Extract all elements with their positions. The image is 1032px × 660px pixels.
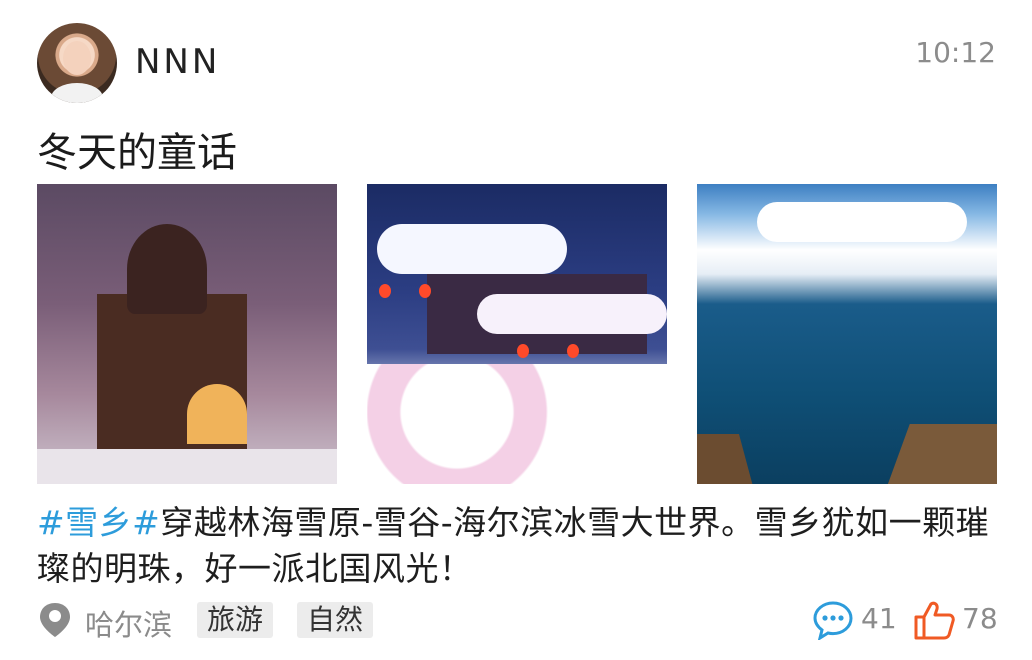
- photo-crater-lake-rock: [884, 424, 997, 484]
- photo-cathedral-doorway: [187, 384, 247, 444]
- lantern-icon: [379, 284, 391, 298]
- post-title: 冬天的童话: [37, 130, 237, 176]
- speech-bubble-icon[interactable]: [813, 600, 853, 640]
- tag-travel[interactable]: 旅游: [197, 602, 274, 638]
- photo-crater-lake[interactable]: [697, 184, 997, 484]
- tag-nature[interactable]: 自然: [297, 602, 374, 638]
- post-time: 10:12: [915, 36, 996, 69]
- hashtag-link[interactable]: #雪乡#: [37, 503, 160, 542]
- photo-snow-village-roof-2: [477, 294, 667, 334]
- photo-crater-lake-rock-2: [697, 434, 756, 484]
- avatar[interactable]: [37, 23, 117, 103]
- photo-cathedral-ground: [37, 449, 337, 484]
- post-description: #雪乡#穿越林海雪原-雪谷-海尔滨冰雪大世界。雪乡犹如一颗璀璨的明珠，好一派北国…: [37, 500, 997, 592]
- lantern-icon: [567, 344, 579, 358]
- photo-grid: [37, 184, 997, 484]
- avatar-shirt: [51, 83, 103, 103]
- post-footer: 哈尔滨 旅游 自然 41 78: [37, 600, 998, 642]
- location-label[interactable]: 哈尔滨: [85, 602, 172, 644]
- photo-snow-village-roof: [377, 224, 567, 274]
- comment-count: 41: [861, 602, 897, 635]
- post-description-text: 穿越林海雪原-雪谷-海尔滨冰雪大世界。雪乡犹如一颗璀璨的明珠，好一派北国风光！: [37, 503, 990, 588]
- username[interactable]: NNN: [135, 42, 220, 82]
- map-pin-icon: [40, 603, 70, 637]
- photo-cathedral-dome: [127, 224, 207, 314]
- like-count: 78: [962, 602, 998, 635]
- photo-snow-village[interactable]: [367, 184, 667, 484]
- thumbs-up-icon[interactable]: [913, 600, 955, 640]
- lantern-icon: [517, 344, 529, 358]
- photo-crater-lake-cloud: [757, 202, 967, 242]
- photo-cathedral[interactable]: [37, 184, 337, 484]
- avatar-face: [63, 41, 91, 75]
- photo-snow-village-snow: [367, 364, 667, 484]
- lantern-icon: [419, 284, 431, 298]
